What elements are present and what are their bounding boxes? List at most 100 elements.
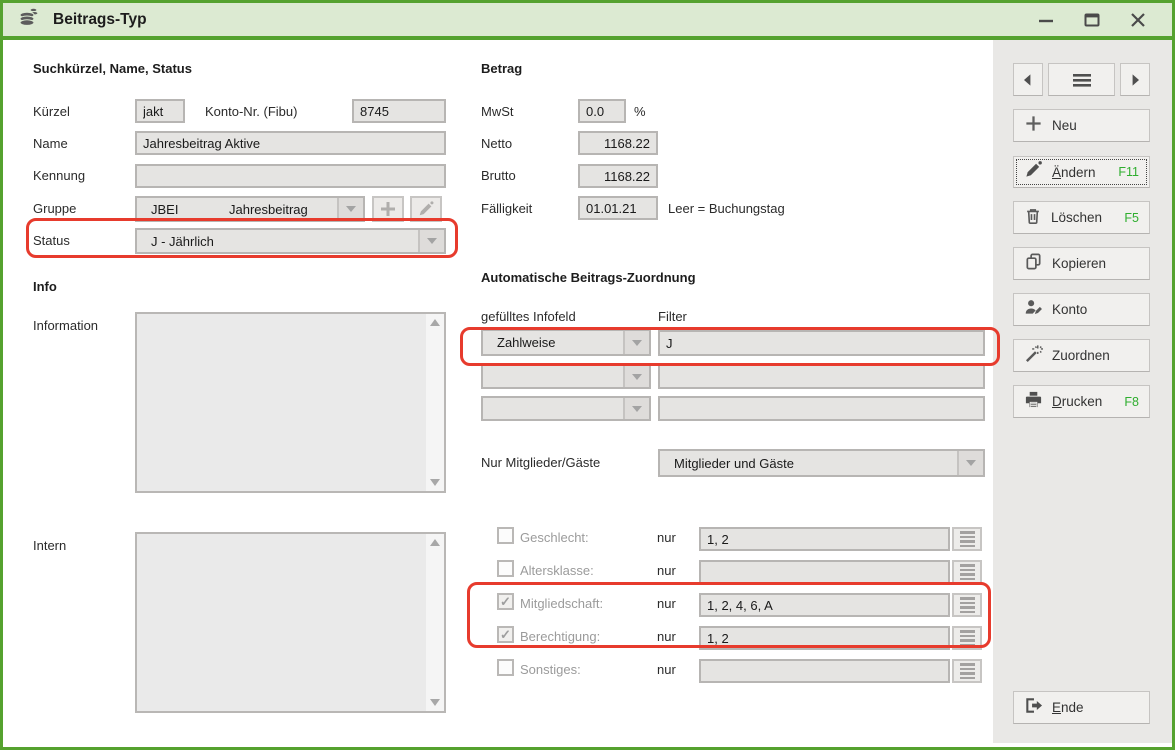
intern-label: Intern [33,538,67,553]
berechtigung-checkbox[interactable]: ✓ [497,626,514,643]
gruppe-add-button[interactable] [372,196,404,222]
chevron-down-icon[interactable] [623,366,649,387]
brutto-label: Brutto [481,168,516,183]
status-label: Status [33,233,70,248]
mitglieder-select[interactable]: Mitglieder und Gäste [658,449,985,477]
altersklasse-label: Altersklasse: [520,563,594,578]
status-select[interactable]: J - Jährlich [135,228,446,254]
wand-icon [1024,344,1043,368]
netto-input[interactable] [578,131,658,155]
close-icon[interactable] [1126,8,1150,32]
sonstiges-checkbox[interactable]: ✓ [497,659,514,676]
infofeld-select-1[interactable] [481,364,651,389]
altersklasse-list-button[interactable] [952,560,982,584]
mitgliedschaft-input[interactable] [699,593,950,617]
kennung-label: Kennung [33,168,86,183]
information-label: Information [33,318,99,333]
mitgliedschaft-nur-label: nur [657,596,676,611]
mitgliedschaft-checkbox[interactable]: ✓ [497,593,514,610]
altersklasse-checkbox[interactable]: ✓ [497,560,514,577]
infofeld-select-2[interactable] [481,396,651,421]
coins-icon [17,5,41,34]
person-edit-icon [1024,298,1043,322]
section-heading-info: Info [33,279,57,294]
scroll-up-icon[interactable] [430,319,440,326]
name-input[interactable] [135,131,446,155]
drucken-button[interactable]: Drucken F8 [1013,385,1150,418]
intern-textarea[interactable] [135,532,446,713]
mitgliedschaft-label: Mitgliedschaft: [520,596,604,611]
chevron-down-icon[interactable] [623,331,649,354]
geschlecht-label: Geschlecht: [520,530,589,545]
konto-button[interactable]: Konto [1013,293,1150,326]
gruppe-select[interactable]: JBEI Jahresbeitrag [135,196,365,222]
geschlecht-nur-label: nur [657,530,676,545]
scroll-down-icon[interactable] [430,479,440,486]
maximize-icon[interactable] [1080,8,1104,32]
filter-column-label: Filter [658,309,687,324]
berechtigung-list-button[interactable] [952,626,982,650]
zuordnen-label: Zuordnen [1052,348,1110,363]
infofeld-column-label: gefülltes Infofeld [481,309,576,324]
chevron-down-icon[interactable] [337,198,363,220]
neu-button[interactable]: Neu [1013,109,1150,142]
zuordnen-button[interactable]: Zuordnen [1013,339,1150,372]
geschlecht-input[interactable] [699,527,950,551]
scroll-up-icon[interactable] [430,539,440,546]
status-value: J - Jährlich [151,233,214,249]
berechtigung-label: Berechtigung: [520,629,601,644]
drucken-fkey: F8 [1124,394,1139,409]
gruppe-edit-button[interactable] [410,196,442,222]
geschlecht-checkbox[interactable]: ✓ [497,527,514,544]
next-record-button[interactable] [1120,63,1150,96]
filter-input-1[interactable] [658,364,985,389]
konto-input[interactable] [352,99,446,123]
prev-record-button[interactable] [1013,63,1043,96]
filter-input-0[interactable] [658,330,985,356]
mitglieder-label: Nur Mitglieder/Gäste [481,455,601,470]
section-heading-betrag: Betrag [481,61,523,76]
sonstiges-list-button[interactable] [952,659,982,683]
information-textarea[interactable] [135,312,446,493]
chevron-down-icon[interactable] [957,451,983,475]
brutto-input[interactable] [578,164,658,188]
altersklasse-nur-label: nur [657,563,676,578]
konto-label: Konto-Nr. (Fibu) [205,104,298,119]
altersklasse-input[interactable] [699,560,950,584]
mwst-label: MwSt [481,104,514,119]
loeschen-label: Löschen [1051,210,1103,225]
mwst-input[interactable] [578,99,626,123]
kuerzel-input[interactable] [135,99,185,123]
printer-icon [1024,390,1043,414]
aendern-button[interactable]: Ändern F11 [1013,156,1150,188]
sonstiges-label: Sonstiges: [520,662,581,677]
intern-scrollbar[interactable] [426,534,444,711]
minimize-icon[interactable] [1034,8,1058,32]
chevron-down-icon[interactable] [418,230,444,252]
filter-input-2[interactable] [658,396,985,421]
aendern-label: Ändern [1052,164,1096,180]
exit-icon [1024,696,1043,720]
faelligkeit-input[interactable] [578,196,658,220]
infofeld-select-0[interactable]: Zahlweise [481,329,651,356]
kopieren-label: Kopieren [1052,256,1107,271]
scroll-down-icon[interactable] [430,699,440,706]
kennung-input[interactable] [135,164,446,188]
geschlecht-list-button[interactable] [952,527,982,551]
ende-button[interactable]: Ende [1013,691,1150,724]
drucken-label: Drucken [1052,394,1103,409]
record-menu-button[interactable] [1048,63,1115,96]
chevron-down-icon[interactable] [623,398,649,419]
aendern-fkey: F11 [1118,165,1139,179]
berechtigung-input[interactable] [699,626,950,650]
main-area: Suchkürzel, Name, Status Kürzel Konto-Nr… [3,40,1172,743]
sonstiges-input[interactable] [699,659,950,683]
mitgliedschaft-list-button[interactable] [952,593,982,617]
check-icon: ✓ [500,593,511,609]
information-scrollbar[interactable] [426,314,444,491]
mitglieder-value: Mitglieder und Gäste [674,455,794,471]
loeschen-button[interactable]: Löschen F5 [1013,201,1150,234]
kopieren-button[interactable]: Kopieren [1013,247,1150,280]
copy-icon [1024,252,1043,276]
trash-icon [1024,206,1042,230]
